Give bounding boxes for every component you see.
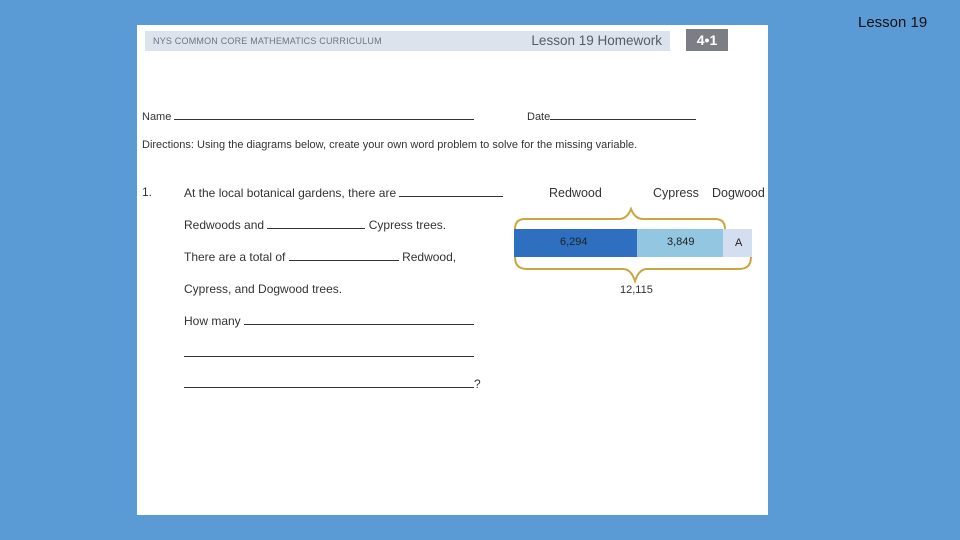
blank-question-2[interactable] — [184, 346, 474, 357]
blank-cypress[interactable] — [267, 218, 366, 229]
blank-question-1[interactable] — [244, 314, 475, 325]
directions: Directions: Using the diagrams below, cr… — [142, 139, 638, 151]
blank-total[interactable] — [288, 250, 399, 261]
problem-line-7: ? — [184, 377, 481, 391]
value-redwood: 6,294 — [560, 236, 588, 248]
tape-total: 12,115 — [620, 284, 653, 296]
problem-line-2a-text: Redwoods and — [184, 218, 265, 232]
question-mark: ? — [474, 377, 481, 391]
problem-line-5-text: How many — [184, 314, 241, 328]
bottom-brace — [514, 256, 752, 285]
problem-line-3: There are a total of Redwood, — [184, 250, 456, 264]
name-label: Name — [142, 111, 172, 123]
tape-segment-dogwood: A — [723, 229, 752, 257]
problem-line-3b-text: Redwood, — [402, 250, 457, 264]
blank-total-trees[interactable] — [399, 186, 504, 197]
value-cypress: 3,849 — [667, 236, 695, 248]
problem-line-2: Redwoods and Cypress trees. — [184, 218, 446, 232]
tape-segment-redwood: 6,294 — [514, 229, 637, 257]
lesson-title: Lesson 19 Homework — [531, 33, 662, 48]
problem-line-5: How many — [184, 314, 475, 328]
problem-line-3a-text: There are a total of — [184, 250, 286, 264]
corner-lesson-label: Lesson 19 — [858, 14, 928, 31]
tape-segment-cypress: 3,849 — [637, 229, 723, 257]
curriculum-title: NYS COMMON CORE MATHEMATICS CURRICULUM — [153, 36, 382, 46]
label-redwood: Redwood — [549, 186, 602, 200]
value-dogwood: A — [735, 237, 743, 249]
name-field: Name — [142, 109, 475, 123]
label-cypress: Cypress — [653, 186, 699, 200]
name-blank[interactable] — [174, 109, 475, 120]
header-bar: NYS COMMON CORE MATHEMATICS CURRICULUM L… — [145, 31, 670, 51]
homework-page: NYS COMMON CORE MATHEMATICS CURRICULUM L… — [137, 25, 768, 515]
problem-number: 1. — [142, 185, 153, 199]
date-blank[interactable] — [550, 109, 697, 120]
problem-line-1-text: At the local botanical gardens, there ar… — [184, 186, 397, 200]
problem-line-2b-text: Cypress trees. — [368, 218, 447, 232]
problem-line-4: Cypress, and Dogwood trees. — [184, 282, 343, 296]
problem-line-1: At the local botanical gardens, there ar… — [184, 186, 504, 200]
date-field: Date — [527, 109, 697, 123]
date-label: Date — [527, 111, 551, 123]
label-dogwood: Dogwood — [712, 186, 765, 200]
problem-line-6 — [184, 346, 474, 360]
module-badge: 4•1 — [686, 29, 728, 51]
top-brace — [514, 206, 726, 230]
blank-question-3[interactable] — [184, 377, 474, 388]
